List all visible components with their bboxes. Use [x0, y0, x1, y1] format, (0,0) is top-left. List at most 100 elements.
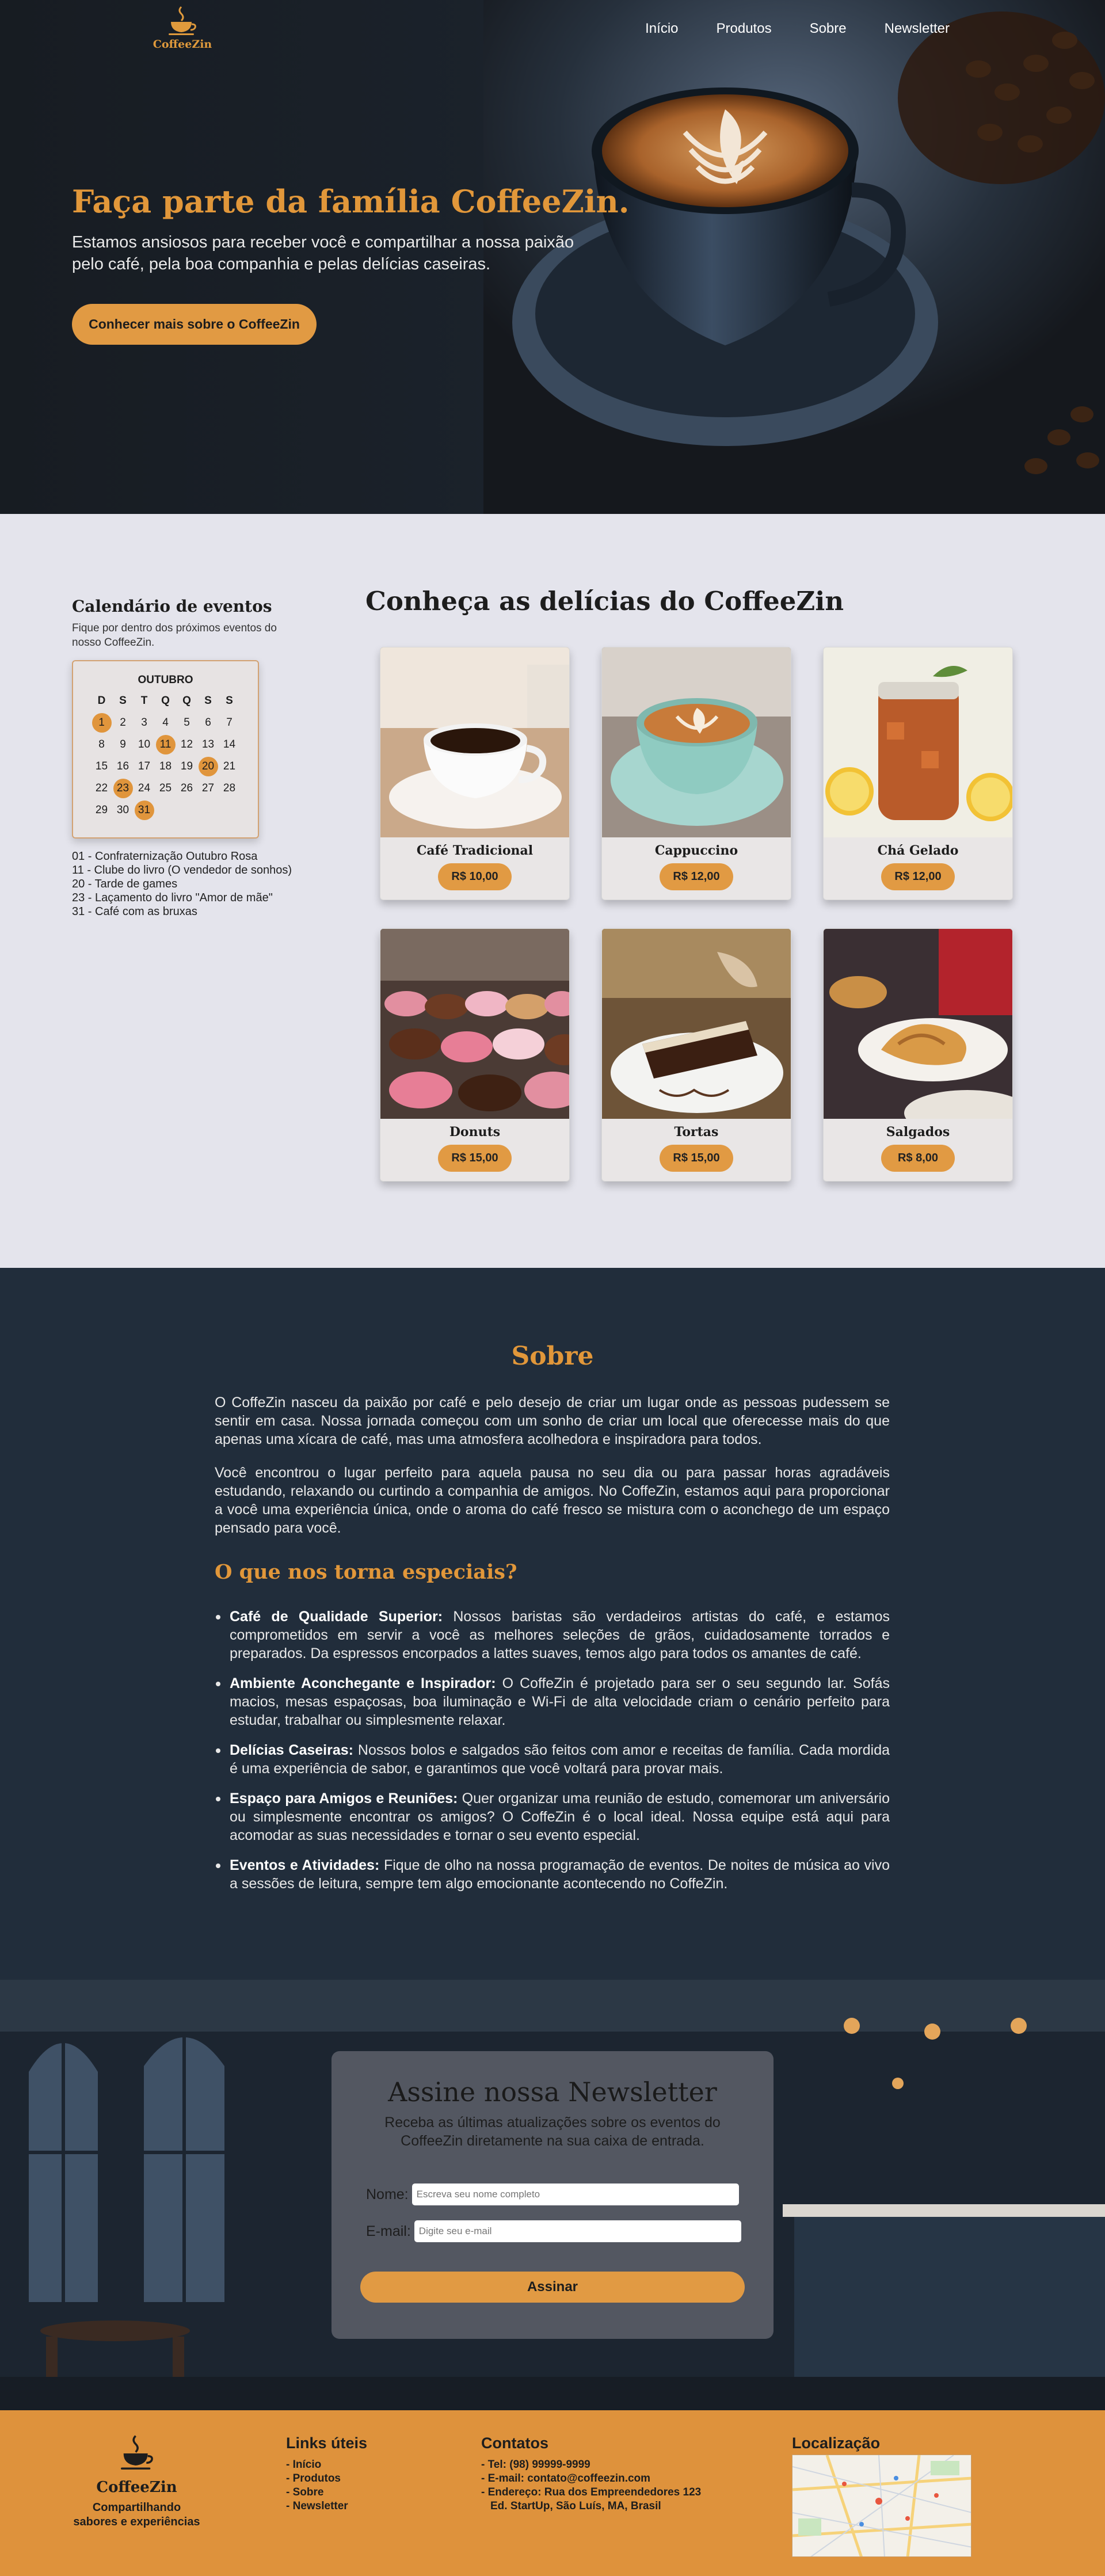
price-badge[interactable]: R$ 12,00: [881, 863, 955, 890]
list-item: Eventos e Atividades: Fique de olho na n…: [215, 1856, 890, 1893]
price-badge[interactable]: R$ 15,00: [438, 1145, 512, 1172]
nav-link-newsletter[interactable]: Newsletter: [885, 21, 950, 37]
calendar-day[interactable]: 22: [92, 779, 112, 798]
calendar-day[interactable]: 10: [135, 735, 154, 754]
product-card-salgados[interactable]: Salgados R$ 8,00: [823, 928, 1013, 1182]
calendar-day[interactable]: 5: [177, 713, 197, 733]
calendar-day[interactable]: 8: [92, 735, 112, 754]
feature-title: Café de Qualidade Superior:: [230, 1609, 443, 1625]
email-input[interactable]: [414, 2220, 741, 2242]
calendar-day[interactable]: 3: [135, 713, 154, 733]
calendar-subtitle: Fique por dentro dos próximos eventos do…: [72, 622, 277, 649]
event-item: 23 - Laçamento do livro "Amor de mãe": [72, 891, 273, 904]
calendar-day-event[interactable]: 20: [198, 757, 218, 776]
calendar-day[interactable]: 4: [156, 713, 176, 733]
brand-name: CoffeeZin: [153, 38, 212, 51]
location-map[interactable]: [792, 2455, 971, 2557]
calendar-day[interactable]: 14: [220, 735, 239, 754]
product-card-cha-gelado[interactable]: Chá Gelado R$ 12,00: [823, 647, 1013, 900]
price-badge[interactable]: R$ 12,00: [660, 863, 733, 890]
about-section: Sobre O CoffeZin nasceu da paixão por ca…: [0, 1268, 1105, 1980]
event-item: 11 - Clube do livro (O vendedor de sonho…: [72, 864, 292, 877]
footer-contacts: Contatos - Tel: (98) 99999-9999 - E-mail…: [481, 2434, 701, 2513]
weekday-header: S: [119, 695, 127, 707]
menu-title: Conheça as delícias do CoffeeZin: [365, 586, 844, 616]
about-paragraph-2: Você encontrou o lugar perfeito para aqu…: [215, 1465, 890, 1536]
calendar-day[interactable]: 26: [177, 779, 197, 798]
calendar-day[interactable]: 2: [113, 713, 133, 733]
calendar-day[interactable]: 30: [113, 801, 133, 820]
calendar-grid: D S T Q Q S S 1 2 3 4 5 6 7 8 9 10 11 12 13 14 15 16 17 18 19 20 21…: [85, 691, 246, 820]
footer-link-sobre[interactable]: - Sobre: [286, 2486, 367, 2499]
map-image: [792, 2455, 971, 2556]
list-item: Delícias Caseiras: Nossos bolos e salgad…: [215, 1741, 890, 1778]
calendar-day[interactable]: 29: [92, 801, 112, 820]
price-badge[interactable]: R$ 10,00: [438, 863, 512, 890]
product-name: Chá Gelado: [877, 843, 959, 858]
newsletter-subtitle: Receba as últimas atualizações sobre os …: [384, 2114, 721, 2149]
footer-links: Links úteis - Início - Produtos - Sobre …: [286, 2434, 367, 2513]
calendar-day[interactable]: 27: [199, 779, 218, 798]
calendar-day[interactable]: 18: [156, 757, 176, 776]
hero-subtitle: Estamos ansiosos para receber você e com…: [72, 233, 574, 273]
cake-photo: [602, 929, 791, 1119]
calendar-day[interactable]: 24: [135, 779, 154, 798]
footer: CoffeeZin Compartilhando sabores e exper…: [0, 2410, 1105, 2576]
event-item: 31 - Café com as bruxas: [72, 905, 197, 918]
calendar-day[interactable]: 6: [199, 713, 218, 733]
price-badge[interactable]: R$ 15,00: [660, 1145, 733, 1172]
price-badge[interactable]: R$ 8,00: [881, 1145, 955, 1172]
calendar-day[interactable]: 19: [177, 757, 197, 776]
feature-title: Ambiente Aconchegante e Inspirador:: [230, 1675, 496, 1691]
about-title: Sobre: [511, 1342, 594, 1371]
calendar-day[interactable]: 7: [220, 713, 239, 733]
footer-link-produtos[interactable]: - Produtos: [286, 2472, 367, 2486]
footer-location-title: Localização: [792, 2434, 881, 2452]
calendar-day[interactable]: 28: [220, 779, 239, 798]
nav-link-sobre[interactable]: Sobre: [810, 21, 847, 37]
nav-link-inicio[interactable]: Início: [645, 21, 678, 37]
footer-link-inicio[interactable]: - Início: [286, 2458, 367, 2472]
hero-cta-button[interactable]: Conhecer mais sobre o CoffeeZin: [72, 304, 317, 345]
newsletter-section: Assine nossa Newsletter Receba as última…: [0, 1980, 1105, 2410]
product-card-cafe[interactable]: Café Tradicional R$ 10,00: [380, 647, 570, 900]
products-section: Calendário de eventos Fique por dentro d…: [0, 514, 1105, 1268]
subscribe-button[interactable]: Assinar: [360, 2272, 745, 2303]
feature-title: Eventos e Atividades:: [230, 1857, 380, 1873]
name-label: Nome:: [366, 2186, 409, 2202]
contact-email: - E-mail: contato@coffeezin.com: [481, 2472, 651, 2484]
calendar-day[interactable]: 12: [177, 735, 197, 754]
newsletter-title: Assine nossa Newsletter: [388, 2076, 717, 2108]
footer-contacts-title: Contatos: [481, 2434, 548, 2452]
calendar-day[interactable]: 21: [220, 757, 239, 776]
hero-title: Faça parte da família CoffeeZin.: [72, 183, 630, 220]
calendar-day[interactable]: 25: [156, 779, 176, 798]
product-card-donuts[interactable]: Donuts R$ 15,00: [380, 928, 570, 1182]
about-paragraph-1: O CoffeZin nasceu da paixão por café e p…: [215, 1394, 890, 1447]
product-name: Café Tradicional: [416, 843, 534, 858]
calendar-day-event[interactable]: 23: [113, 779, 133, 798]
nav-link-produtos[interactable]: Produtos: [717, 21, 772, 37]
product-card-cappuccino[interactable]: Cappuccino R$ 12,00: [601, 647, 791, 900]
footer-link-newsletter[interactable]: - Newsletter: [286, 2499, 367, 2513]
calendar-day[interactable]: 15: [92, 757, 112, 776]
calendar-day[interactable]: 9: [113, 735, 133, 754]
calendar-day-event[interactable]: 31: [134, 801, 154, 820]
product-name: Donuts: [449, 1125, 501, 1140]
footer-links-title: Links úteis: [286, 2434, 368, 2452]
weekday-header: Q: [161, 695, 170, 707]
calendar-day[interactable]: 13: [199, 735, 218, 754]
brand-logo[interactable]: CoffeeZin: [151, 5, 214, 51]
calendar-day[interactable]: 17: [135, 757, 154, 776]
calendar-day[interactable]: 16: [113, 757, 133, 776]
event-item: 01 - Confraternização Outubro Rosa: [72, 850, 258, 863]
feature-title: Espaço para Amigos e Reuniões:: [230, 1790, 458, 1807]
contact-phone: - Tel: (98) 99999-9999: [481, 2459, 590, 2471]
product-card-tortas[interactable]: Tortas R$ 15,00: [601, 928, 791, 1182]
list-item: Ambiente Aconchegante e Inspirador: O Co…: [215, 1674, 890, 1729]
name-input[interactable]: [411, 2183, 739, 2205]
calendar-day-event[interactable]: 11: [155, 735, 176, 754]
calendar-day-event[interactable]: 1: [92, 713, 112, 733]
calendar-title: Calendário de eventos: [72, 597, 272, 616]
feature-title: Delícias Caseiras:: [230, 1742, 353, 1758]
